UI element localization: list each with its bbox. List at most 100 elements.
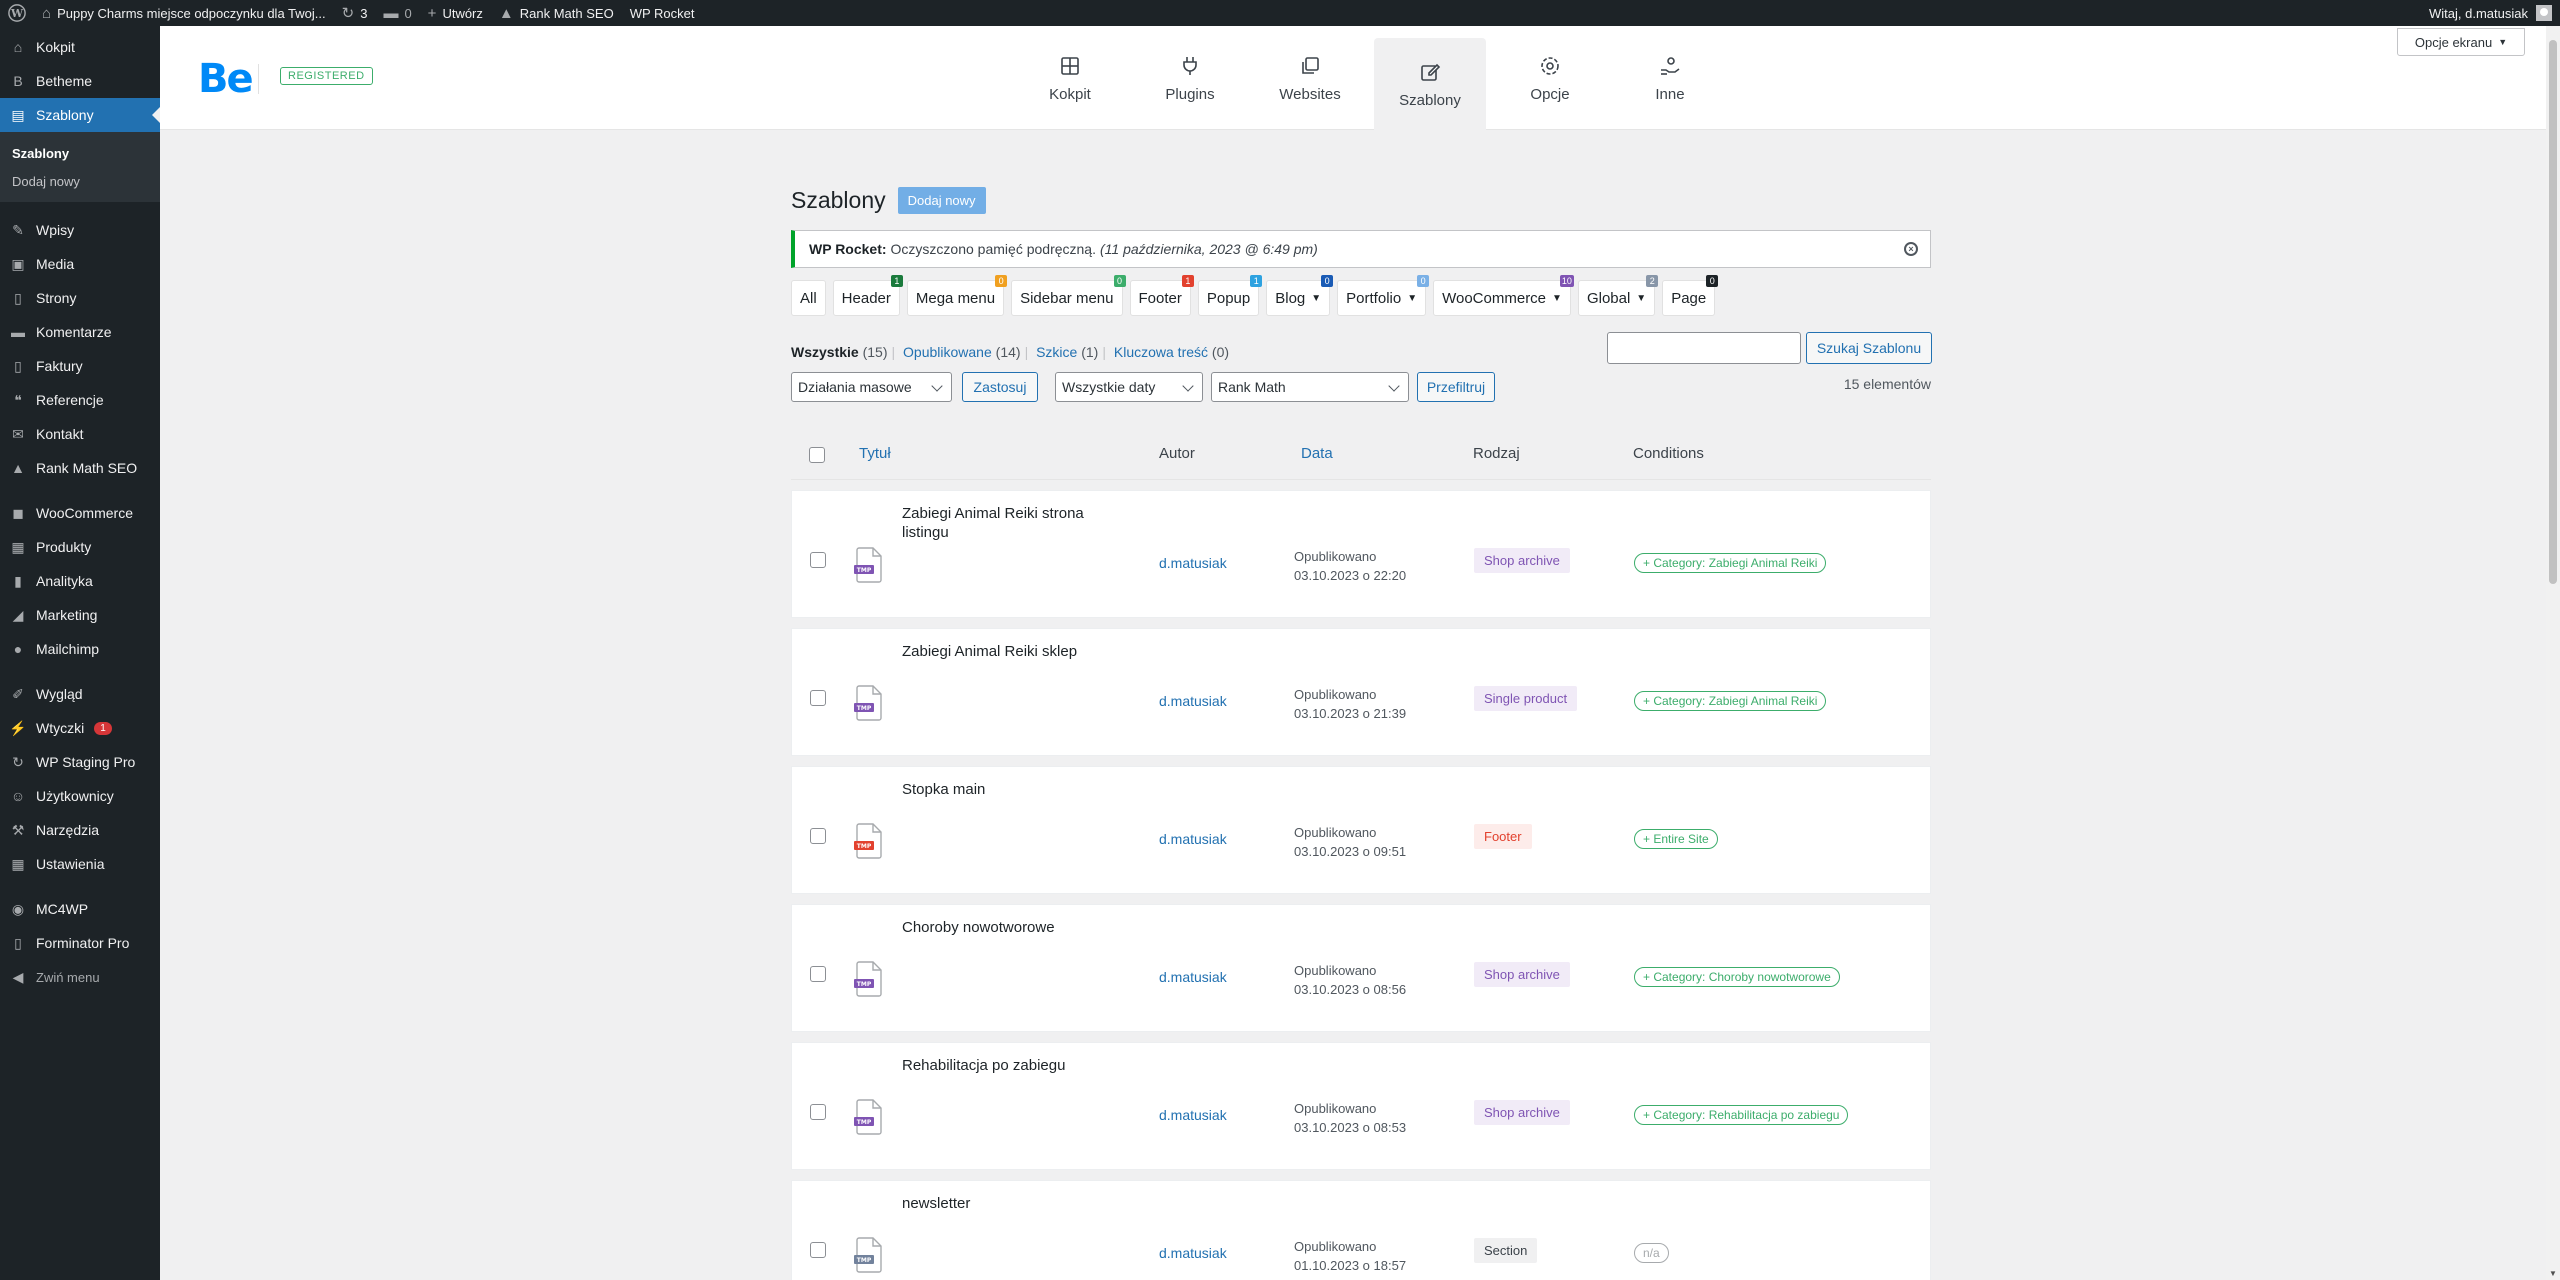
be-tab-websites[interactable]: Websites	[1254, 38, 1366, 118]
sidebar-item-szablony[interactable]: ▤ Szablony	[0, 98, 160, 132]
wp-rocket-link[interactable]: WP Rocket	[622, 0, 703, 26]
row-checkbox[interactable]	[810, 690, 826, 706]
filter-page[interactable]: Page 0	[1662, 275, 1719, 316]
filter-mega-menu[interactable]: Mega menu 0	[906, 275, 1008, 316]
view-all[interactable]: Wszystkie	[791, 344, 859, 360]
filter-footer[interactable]: Footer 1	[1129, 275, 1194, 316]
row-author[interactable]: d.matusiak	[1159, 969, 1227, 985]
submenu-templates[interactable]: Szablony	[0, 139, 160, 167]
row-title[interactable]: newsletter	[902, 1194, 1102, 1213]
sidebar-item-rank-math-seo[interactable]: ▲ Rank Math SEO	[0, 451, 160, 485]
sidebar-item-wpisy[interactable]: ✎ Wpisy	[0, 213, 160, 247]
view-drafts[interactable]: Szkice	[1036, 344, 1077, 360]
submenu-add-new[interactable]: Dodaj nowy	[0, 167, 160, 195]
dismiss-icon[interactable]: ×	[1904, 242, 1918, 256]
new-content-link[interactable]: + Utwórz	[420, 0, 491, 26]
filter-woocommerce[interactable]: WooCommerce ▼ 10	[1433, 275, 1574, 316]
sidebar-item-analityka[interactable]: ▮ Analityka	[0, 564, 160, 598]
filter-label: WooCommerce	[1442, 289, 1547, 307]
sidebar-item-wygląd[interactable]: ✐ Wygląd	[0, 677, 160, 711]
filter-sidebar-menu[interactable]: Sidebar menu 0	[1011, 275, 1126, 316]
sidebar-item-faktury[interactable]: ▯ Faktury	[0, 349, 160, 383]
screen-options-button[interactable]: Opcje ekranu ▼	[2397, 28, 2525, 56]
row-checkbox[interactable]	[810, 1242, 826, 1258]
comments-link[interactable]: ▬ 0	[375, 0, 419, 26]
sidebar-item-betheme[interactable]: B Betheme	[0, 64, 160, 98]
site-name-link[interactable]: ⌂ Puppy Charms miejsce odpoczynku dla Tw…	[34, 0, 334, 26]
filter-all[interactable]: All	[791, 280, 826, 316]
row-author[interactable]: d.matusiak	[1159, 555, 1227, 571]
sidebar-item-label: Wpisy	[36, 222, 75, 238]
sidebar-item-strony[interactable]: ▯ Strony	[0, 281, 160, 315]
row-title[interactable]: Stopka main	[902, 780, 1102, 799]
updates-link[interactable]: ↻ 3	[334, 0, 376, 26]
wp-rocket-label: WP Rocket	[629, 5, 695, 21]
sidebar-item-użytkownicy[interactable]: ☺ Użytkownicy	[0, 779, 160, 813]
filter-global[interactable]: Global ▼ 2	[1577, 275, 1659, 316]
filter-portfolio[interactable]: Portfolio ▼ 0	[1337, 275, 1430, 316]
collapse-arrow-icon: ◀	[12, 968, 24, 985]
search-input[interactable]	[1607, 332, 1801, 364]
sidebar-item-forminator-pro[interactable]: ▯ Forminator Pro	[0, 926, 160, 960]
rank-math-select[interactable]: Rank Math	[1211, 372, 1409, 402]
filter-button[interactable]: Przefiltruj	[1417, 372, 1495, 402]
rank-math-link[interactable]: ▲ Rank Math SEO	[491, 0, 622, 26]
row-author[interactable]: d.matusiak	[1159, 1107, 1227, 1123]
column-date[interactable]: Data	[1301, 445, 1333, 462]
row-checkbox[interactable]	[810, 966, 826, 982]
view-published-count: (14)	[995, 344, 1021, 360]
filter-popup[interactable]: Popup 1	[1197, 275, 1263, 316]
be-tab-inne[interactable]: Inne	[1614, 38, 1726, 118]
sidebar-item-kokpit[interactable]: ⌂ Kokpit	[0, 30, 160, 64]
dashboard-icon: ⌂	[13, 39, 23, 55]
sidebar-item-ustawienia[interactable]: ▦ Ustawienia	[0, 847, 160, 881]
row-author[interactable]: d.matusiak	[1159, 831, 1227, 847]
sidebar-item-media[interactable]: ▣ Media	[0, 247, 160, 281]
sidebar-item-mailchimp[interactable]: ● Mailchimp	[0, 632, 160, 666]
sidebar-item-komentarze[interactable]: ▬ Komentarze	[0, 315, 160, 349]
scrollbar-thumb[interactable]	[2549, 40, 2557, 584]
add-new-button[interactable]: Dodaj nowy	[897, 186, 986, 214]
my-account[interactable]: Witaj, d.matusiak	[2429, 0, 2560, 26]
row-title[interactable]: Zabiegi Animal Reiki sklep	[902, 642, 1102, 661]
row-author[interactable]: d.matusiak	[1159, 1245, 1227, 1261]
row-title[interactable]: Choroby nowotworowe	[902, 918, 1102, 937]
view-cornerstone[interactable]: Kluczowa treść	[1114, 344, 1208, 360]
sidebar-item-referencje[interactable]: ❝ Referencje	[0, 383, 160, 417]
column-title[interactable]: Tytuł	[859, 445, 891, 462]
sidebar-item-narzędzia[interactable]: ⚒ Narzędzia	[0, 813, 160, 847]
template-type-filters: All Header 1 Mega menu 0 Sidebar menu 0 Footer 1…	[791, 275, 1931, 316]
sidebar-item-kontakt[interactable]: ✉ Kontakt	[0, 417, 160, 451]
be-tab-opcje[interactable]: Opcje	[1494, 38, 1606, 118]
row-title[interactable]: Zabiegi Animal Reiki strona listingu	[902, 504, 1102, 542]
sidebar-item-wtyczki[interactable]: ⚡ Wtyczki 1	[0, 711, 160, 745]
be-tab-szablony[interactable]: Szablony	[1374, 38, 1486, 130]
bulk-actions-select[interactable]: Działania masowe	[791, 372, 952, 402]
sidebar-item-mc4wp[interactable]: ◉ MC4WP	[0, 892, 160, 926]
filter-count-badge: 0	[1321, 275, 1334, 287]
row-title[interactable]: Rehabilitacja po zabiegu	[902, 1056, 1102, 1075]
row-checkbox[interactable]	[810, 552, 826, 568]
collapse-menu[interactable]: ◀ Zwiń menu	[0, 960, 160, 994]
be-tab-plugins[interactable]: Plugins	[1134, 38, 1246, 118]
sidebar-item-woocommerce[interactable]: ◼ WooCommerce	[0, 496, 160, 530]
filter-blog[interactable]: Blog ▼ 0	[1266, 275, 1334, 316]
row-author[interactable]: d.matusiak	[1159, 693, 1227, 709]
sidebar-item-marketing[interactable]: ◢ Marketing	[0, 598, 160, 632]
row-checkbox[interactable]	[810, 1104, 826, 1120]
wp-logo-menu[interactable]: W	[0, 0, 34, 26]
sidebar-item-wp-staging-pro[interactable]: ↻ WP Staging Pro	[0, 745, 160, 779]
search-button[interactable]: Szukaj Szablonu	[1806, 332, 1932, 364]
be-tab-kokpit[interactable]: Kokpit	[1014, 38, 1126, 118]
filter-header[interactable]: Header 1	[832, 275, 903, 316]
apply-button[interactable]: Zastosuj	[962, 372, 1038, 402]
row-checkbox[interactable]	[810, 828, 826, 844]
scroll-down-arrow-icon[interactable]: ▼	[2549, 1269, 2557, 1278]
view-published[interactable]: Opublikowane	[903, 344, 992, 360]
dates-select[interactable]: Wszystkie daty	[1055, 372, 1203, 402]
be-tab-label: Plugins	[1165, 85, 1215, 103]
select-all-checkbox[interactable]	[809, 447, 825, 463]
template-file-icon: TMP	[854, 685, 882, 721]
sidebar-item-produkty[interactable]: ▦ Produkty	[0, 530, 160, 564]
page-scrollbar[interactable]: ▼	[2546, 26, 2560, 1280]
